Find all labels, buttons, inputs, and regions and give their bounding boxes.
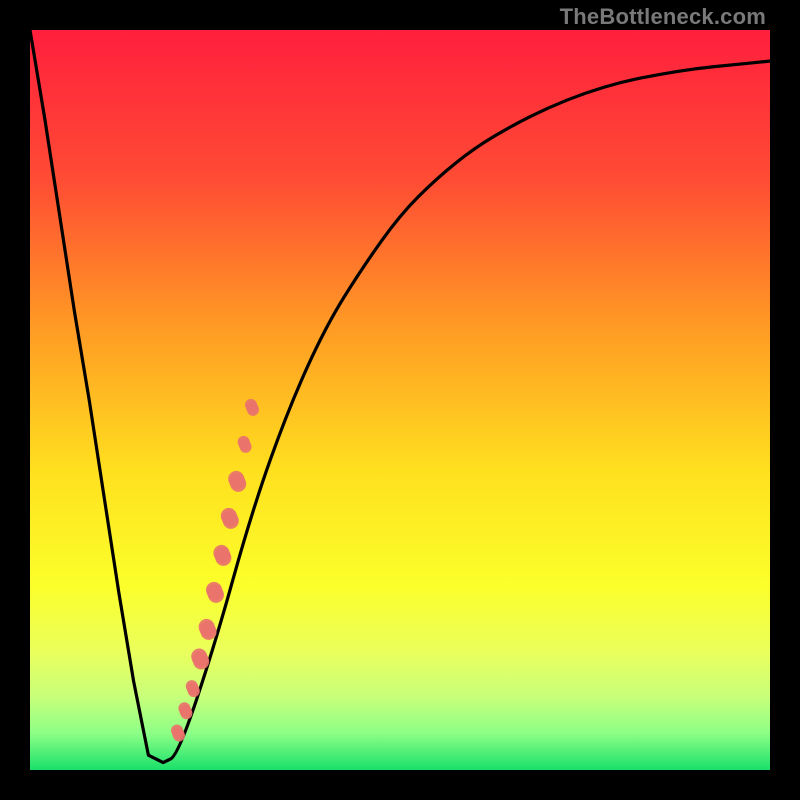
branding-text: TheBottleneck.com: [560, 4, 766, 30]
bottleneck-curve: [30, 30, 770, 770]
plot-area: [30, 30, 770, 770]
chart-frame: TheBottleneck.com: [0, 0, 800, 800]
highlight-dots: [171, 399, 259, 742]
